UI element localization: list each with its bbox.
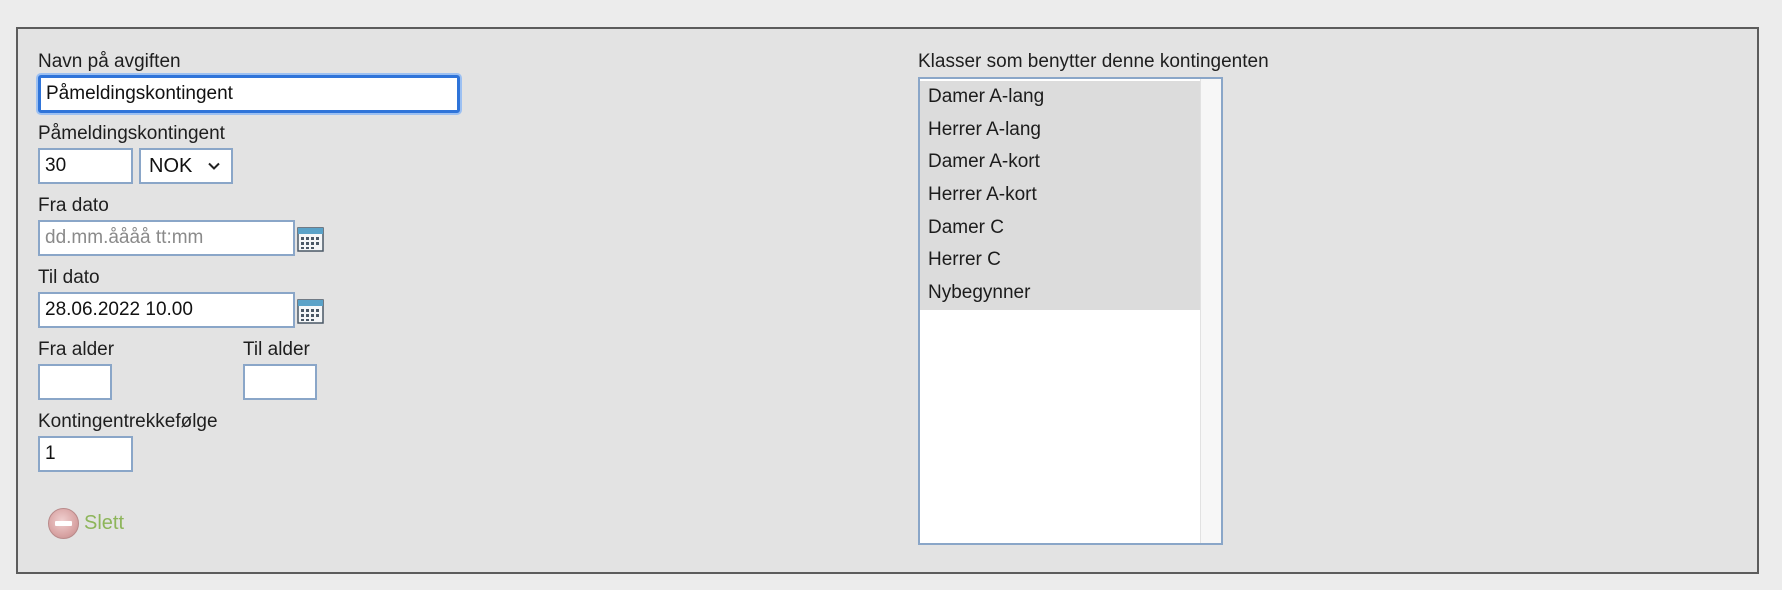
from-date-input[interactable]: [38, 220, 295, 256]
list-item[interactable]: Herrer A-lang: [920, 113, 1201, 147]
list-item[interactable]: Damer A-kort: [920, 146, 1201, 180]
fee-amount-input[interactable]: [38, 148, 133, 184]
minus-circle-icon: [48, 508, 79, 539]
fee-name-label: Navn på avgiften: [38, 51, 181, 72]
list-item[interactable]: Damer A-lang: [920, 81, 1201, 114]
listbox-scrollbar[interactable]: [1200, 79, 1221, 543]
calendar-icon[interactable]: [297, 226, 324, 253]
to-date-input[interactable]: [38, 292, 295, 328]
from-age-input[interactable]: [38, 364, 112, 400]
list-item[interactable]: Herrer A-kort: [920, 179, 1201, 212]
fee-order-input[interactable]: [38, 436, 133, 472]
to-date-label: Til dato: [38, 267, 100, 288]
from-age-label: Fra alder: [38, 339, 115, 360]
delete-button-label: Slett: [84, 512, 125, 534]
fee-name-input[interactable]: [38, 75, 460, 113]
classes-listbox[interactable]: Damer A-lang Herrer A-lang Damer A-kort …: [918, 77, 1223, 545]
fee-amount-label: Påmeldingskontingent: [38, 123, 225, 144]
currency-select-value: NOK: [149, 154, 193, 177]
delete-button[interactable]: Slett: [48, 508, 124, 539]
list-item[interactable]: Herrer C: [920, 244, 1201, 278]
currency-select[interactable]: NOK: [139, 148, 233, 184]
list-item[interactable]: Damer C: [920, 211, 1201, 245]
to-age-label: Til alder: [243, 339, 310, 360]
fee-order-label: Kontingentrekkefølge: [38, 411, 218, 432]
classes-label: Klasser som benytter denne kontingenten: [918, 51, 1269, 72]
list-item[interactable]: Nybegynner: [920, 277, 1201, 310]
from-date-label: Fra dato: [38, 195, 109, 216]
calendar-icon[interactable]: [297, 298, 324, 325]
to-age-input[interactable]: [243, 364, 317, 400]
fee-editor-panel: Navn på avgiften Påmeldingskontingent NO…: [16, 27, 1759, 574]
chevron-down-icon: [208, 162, 220, 170]
